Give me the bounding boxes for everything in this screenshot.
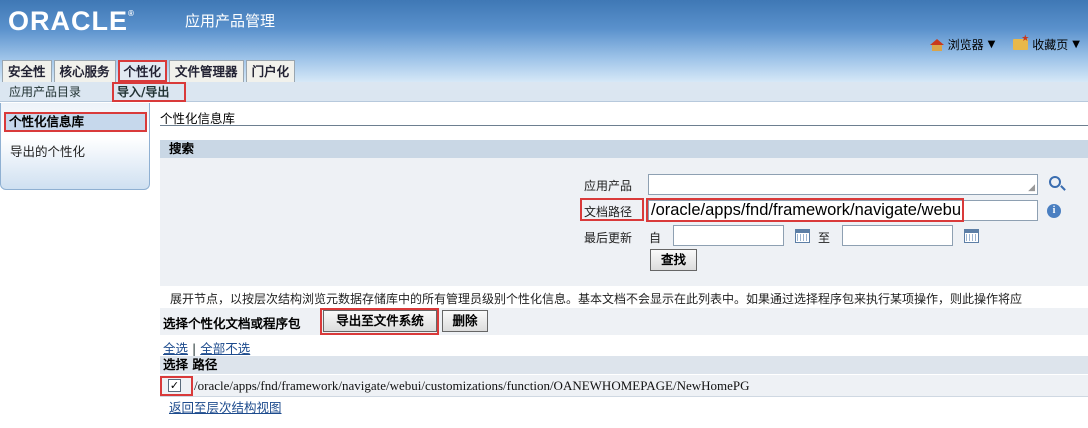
column-path: 路径 — [192, 357, 218, 372]
nav-exported-personalizations[interactable]: 导出的个性化 — [4, 141, 85, 160]
application-label: 应用产品 — [584, 179, 633, 193]
doc-path-label-highlight — [580, 198, 644, 221]
favorites-label: 收藏页 — [1032, 38, 1069, 52]
application-field[interactable]: ◢ — [648, 174, 1038, 195]
tab-portal[interactable]: 门户化 — [245, 60, 296, 82]
toolbar-label: 选择个性化文档或程序包 — [163, 316, 301, 331]
row-checkbox[interactable]: ✓ — [168, 379, 181, 392]
back-to-hierarchy-link[interactable]: 返回至层次结构视图 — [169, 397, 282, 416]
select-links: 全选 | 全部不选 — [163, 338, 250, 357]
last-update-label: 最后更新 — [584, 231, 633, 245]
calendar-icon[interactable] — [964, 229, 979, 243]
delete-button[interactable]: 删除 — [442, 310, 488, 332]
favorites-menu[interactable]: 收藏页 ▼ — [1013, 34, 1080, 53]
to-label: 至 — [818, 231, 831, 245]
to-date-field[interactable] — [842, 225, 953, 246]
navigator-label: 浏览器 — [947, 38, 984, 52]
doc-path-field-highlight — [646, 198, 964, 222]
row-path: /oracle/apps/fnd/framework/navigate/webu… — [194, 378, 750, 393]
instructions-text: 展开节点，以按层次结构浏览元数据存储库中的所有管理员级别个性化信息。基本文档不会… — [170, 292, 1023, 306]
tab-security[interactable]: 安全性 — [2, 60, 52, 82]
from-date-field[interactable] — [673, 225, 784, 246]
search-icon[interactable] — [1049, 176, 1061, 188]
info-icon[interactable]: i — [1047, 204, 1061, 218]
table-row: ✓ /oracle/apps/fnd/framework/navigate/we… — [160, 375, 1088, 397]
table-header: 选择 路径 — [160, 356, 1088, 374]
global-links: 浏览器 ▼ 收藏页 ▼ — [929, 34, 1080, 53]
search-header: 搜索 — [160, 140, 1088, 158]
tab-core-services[interactable]: 核心服务 — [53, 60, 116, 82]
resize-grip-icon: ◢ — [1028, 183, 1035, 193]
subtab-bar: 应用产品目录 导入/导出 — [0, 82, 1088, 102]
column-select: 选择 — [163, 357, 189, 372]
home-icon — [929, 38, 944, 51]
navigator-menu[interactable]: 浏览器 ▼ — [929, 36, 996, 53]
side-navigation: 个性化信息库 导出的个性化 — [0, 103, 150, 190]
subtab-import-export[interactable]: 导入/导出 — [112, 82, 186, 102]
link-separator: | — [192, 341, 197, 356]
select-none-link[interactable]: 全部不选 — [200, 341, 250, 356]
nav-personalization-repository[interactable]: 个性化信息库 — [4, 112, 147, 132]
oracle-logo: ORACLE® — [8, 6, 134, 36]
go-button[interactable]: 查找 — [650, 249, 697, 271]
from-label: 自 — [649, 231, 662, 245]
tab-personalization[interactable]: 个性化 — [117, 60, 168, 82]
select-all-link[interactable]: 全选 — [163, 341, 188, 356]
chevron-down-icon: ▼ — [1072, 39, 1080, 50]
subtab-application-catalog[interactable]: 应用产品目录 — [9, 82, 81, 102]
title-divider — [160, 125, 1088, 126]
tab-file-manager[interactable]: 文件管理器 — [169, 60, 244, 82]
export-button-highlight — [320, 308, 439, 335]
app-title: 应用产品管理 — [185, 12, 276, 30]
chevron-down-icon: ▼ — [987, 39, 996, 50]
calendar-icon[interactable] — [795, 229, 810, 243]
main-tabs: 安全性 核心服务 个性化 文件管理器 门户化 — [2, 60, 296, 82]
favorites-icon — [1013, 34, 1029, 50]
